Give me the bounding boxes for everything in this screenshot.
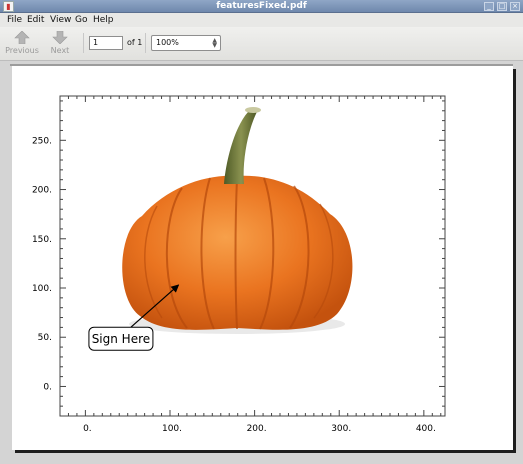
y-tick-label: 150. bbox=[32, 235, 52, 245]
y-axis: 0. 50. 100. 150. 200. 250. bbox=[32, 136, 52, 392]
spin-arrows-icon[interactable]: ▲ ▼ bbox=[212, 38, 217, 49]
zoom-value: 100% bbox=[156, 38, 179, 47]
page-number-input[interactable]: 1 bbox=[89, 36, 123, 50]
toolbar-separator bbox=[145, 33, 146, 53]
y-tick-label: 50. bbox=[38, 333, 52, 343]
previous-button[interactable]: Previous bbox=[2, 29, 42, 59]
y-tick-label: 200. bbox=[32, 186, 52, 196]
menu-help[interactable]: Help bbox=[93, 14, 114, 26]
y-tick-label: 250. bbox=[32, 136, 52, 146]
x-tick-label: 100. bbox=[162, 424, 182, 434]
arrow-up-icon bbox=[14, 31, 30, 44]
x-tick-label: 0. bbox=[83, 424, 92, 434]
zoom-select[interactable]: 100% ▲ ▼ bbox=[151, 35, 221, 51]
arrow-down-icon bbox=[52, 31, 68, 44]
x-axis: 0. 100. 200. 300. 400. bbox=[83, 424, 436, 434]
previous-label: Previous bbox=[5, 46, 39, 55]
y-tick-label: 0. bbox=[43, 382, 52, 392]
close-button[interactable]: × bbox=[510, 2, 520, 11]
y-tick-label: 100. bbox=[32, 284, 52, 294]
menu-file[interactable]: File bbox=[7, 14, 22, 26]
annotation-text: Sign Here bbox=[92, 332, 150, 346]
chart: 0. 100. 200. 300. 400. 0. 50. 100. 150. 200. 250.… bbox=[32, 95, 446, 434]
pumpkin-image bbox=[122, 107, 353, 334]
next-button[interactable]: Next bbox=[40, 29, 80, 59]
window-title: featuresFixed.pdf bbox=[216, 1, 307, 11]
menu-bar: File Edit View Go Help bbox=[0, 13, 523, 27]
menu-edit[interactable]: Edit bbox=[27, 14, 44, 26]
next-label: Next bbox=[50, 46, 70, 55]
menu-go[interactable]: Go bbox=[75, 14, 87, 26]
minimize-button[interactable]: _ bbox=[484, 2, 494, 11]
page-total-label: of 1 bbox=[127, 38, 143, 47]
x-tick-label: 300. bbox=[331, 424, 351, 434]
toolbar-separator bbox=[83, 33, 84, 53]
maximize-button[interactable]: □ bbox=[497, 2, 507, 11]
toolbar: Previous Next 1 of 1 100% ▲ ▼ bbox=[0, 27, 523, 61]
x-tick-label: 200. bbox=[247, 424, 267, 434]
title-bar: ▮ featuresFixed.pdf _ □ × bbox=[0, 0, 523, 13]
menu-view[interactable]: View bbox=[50, 14, 71, 26]
x-tick-label: 400. bbox=[416, 424, 436, 434]
